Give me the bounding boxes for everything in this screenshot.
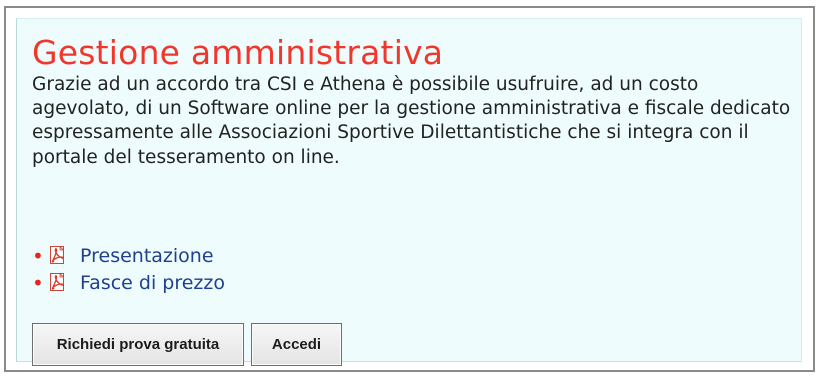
pdf-icon[interactable] (48, 273, 68, 292)
button-row: Richiedi prova gratuita Accedi (32, 323, 342, 366)
section-title: Gestione amministrativa (32, 33, 444, 72)
document-list: • Presentazione • Fasce di prezzo (32, 243, 225, 297)
outer-frame: Gestione amministrativa Grazie ad un acc… (4, 6, 815, 372)
pdf-icon[interactable] (48, 246, 68, 265)
fasce-di-prezzo-link[interactable]: Fasce di prezzo (80, 270, 225, 297)
bullet-icon: • (32, 244, 44, 268)
bullet-icon: • (32, 271, 44, 295)
list-item-presentazione: • Presentazione (32, 243, 225, 270)
list-item-fasce-di-prezzo: • Fasce di prezzo (32, 270, 225, 297)
gestione-panel: Gestione amministrativa Grazie ad un acc… (16, 18, 802, 366)
section-description: Grazie ad un accordo tra CSI e Athena è … (32, 74, 791, 168)
request-free-trial-button[interactable]: Richiedi prova gratuita (32, 323, 244, 366)
login-button[interactable]: Accedi (251, 323, 342, 366)
presentazione-link[interactable]: Presentazione (80, 243, 214, 270)
